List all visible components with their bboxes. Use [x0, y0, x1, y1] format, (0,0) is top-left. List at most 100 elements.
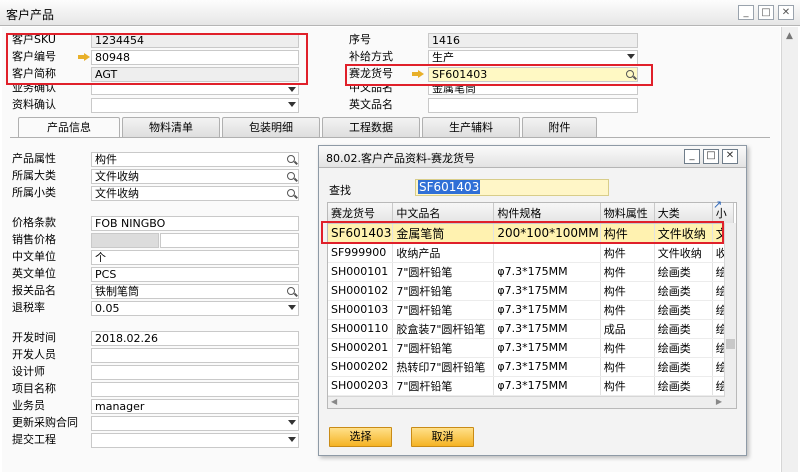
tab-attachment[interactable]: 附件: [522, 117, 597, 137]
tab-divider: [10, 137, 770, 138]
close-icon[interactable]: ✕: [778, 5, 794, 20]
salesperson-label: 业务员: [12, 399, 45, 412]
table-row[interactable]: SH000101 7"圆杆铅笔 φ7.3*175MM 构件 绘画类绘: [328, 262, 734, 282]
data-confirm-select[interactable]: [91, 98, 299, 113]
tab-engineering[interactable]: 工程数据: [322, 117, 420, 137]
cell-cn-name: 热转印7"圆杆铅笔: [392, 357, 495, 377]
submit-engineering-select[interactable]: [91, 433, 299, 448]
highlight-box-selected-row: [321, 221, 724, 244]
tab-production-aux[interactable]: 生产辅料: [422, 117, 520, 137]
business-confirm-label: 业务确认: [12, 84, 56, 94]
cn-unit-field[interactable]: 个: [91, 250, 299, 265]
cell-material: 构件: [600, 357, 655, 377]
window-scrollbar[interactable]: ▲: [781, 27, 798, 472]
scroll-left-icon[interactable]: ◀: [331, 397, 337, 406]
dev-date-field[interactable]: 2018.02.26: [91, 331, 299, 346]
subcategory-label: 所属小类: [12, 186, 56, 199]
developer-field[interactable]: [91, 348, 299, 363]
cell-cn-name: 收纳产品: [392, 243, 495, 263]
search-icon[interactable]: [287, 155, 295, 163]
col-header-material[interactable]: 物料属性: [600, 203, 655, 224]
search-icon[interactable]: [287, 172, 295, 180]
serial-no-field: 1416: [428, 33, 638, 48]
dev-date-label: 开发时间: [12, 331, 56, 344]
grid-hscrollbar[interactable]: ◀ ▶: [328, 396, 725, 408]
cell-cn-name: 7"圆杆铅笔: [392, 281, 495, 301]
lookup-dialog: 80.02.客户产品资料-赛龙货号 _ □ ✕ 查找 SF601403 赛龙货号…: [318, 145, 747, 456]
update-po-select[interactable]: [91, 416, 299, 431]
dialog-minimize-icon[interactable]: _: [684, 149, 700, 164]
tax-rebate-value: 0.05: [95, 302, 120, 315]
table-row[interactable]: SH000201 7"圆杆铅笔 φ7.3*175MM 构件 绘画类绘: [328, 338, 734, 358]
cell-material: 构件: [600, 262, 655, 282]
tab-bom[interactable]: 物料清单: [122, 117, 220, 137]
sales-price-currency: [91, 233, 159, 248]
dialog-title-bar: 80.02.客户产品资料-赛龙货号 _ □ ✕: [319, 146, 746, 168]
cell-material: 成品: [600, 319, 655, 339]
col-header-spec[interactable]: 构件规格: [493, 203, 601, 224]
cell-sku: SH000110: [328, 319, 394, 339]
subcategory-field[interactable]: 文件收纳: [91, 186, 299, 201]
product-attr-value: 构件: [95, 153, 117, 166]
table-row[interactable]: SH000103 7"圆杆铅笔 φ7.3*175MM 构件 绘画类绘: [328, 300, 734, 320]
supply-method-select[interactable]: 生产: [428, 50, 638, 65]
project-name-label: 项目名称: [12, 382, 56, 395]
grid-scroll-thumb[interactable]: [726, 339, 735, 349]
chevron-down-icon: [288, 437, 296, 442]
select-button[interactable]: 选择: [329, 427, 392, 447]
tab-packing[interactable]: 包装明细: [222, 117, 320, 137]
cell-sku: SH000103: [328, 300, 394, 320]
customs-name-field[interactable]: 铁制笔筒: [91, 284, 299, 299]
cell-sku: SH000101: [328, 262, 394, 282]
salesperson-field[interactable]: manager: [91, 399, 299, 414]
tab-bar: 产品信息 物料清单 包装明细 工程数据 生产辅料 附件: [18, 117, 597, 138]
supply-method-value: 生产: [432, 51, 454, 64]
dialog-maximize-icon[interactable]: □: [703, 149, 719, 164]
product-attr-field[interactable]: 构件: [91, 152, 299, 167]
tax-rebate-select[interactable]: 0.05: [91, 301, 299, 316]
cell-category: 绘画类: [654, 376, 713, 396]
chevron-down-icon: [288, 420, 296, 425]
product-attr-label: 产品属性: [12, 152, 56, 165]
table-row[interactable]: SH000102 7"圆杆铅笔 φ7.3*175MM 构件 绘画类绘: [328, 281, 734, 301]
category-field[interactable]: 文件收纳: [91, 169, 299, 184]
col-header-sku[interactable]: 赛龙货号: [328, 203, 394, 224]
minimize-icon[interactable]: _: [738, 5, 754, 20]
cell-spec: φ7.3*175MM: [493, 281, 601, 301]
sales-price-field[interactable]: [160, 233, 299, 248]
scroll-up-icon[interactable]: ▲: [786, 31, 793, 41]
cancel-button[interactable]: 取消: [411, 427, 474, 447]
project-name-field[interactable]: [91, 382, 299, 397]
designer-field[interactable]: [91, 365, 299, 380]
window-title-bar: 客户产品 _ □ ✕: [0, 0, 800, 26]
tax-rebate-label: 退税率: [12, 301, 45, 314]
cell-sku: SH000202: [328, 357, 394, 377]
table-row[interactable]: SH000110 胶盒装7"圆杆铅笔 φ7.3*175MM 成品 绘画类绘: [328, 319, 734, 339]
col-header-category[interactable]: 大类: [654, 203, 713, 224]
table-row[interactable]: SF999900 收纳产品 构件 文件收纳收: [328, 243, 734, 263]
table-row[interactable]: SH000203 7"圆杆铅笔 φ7.3*175MM 构件 绘画类绘: [328, 376, 734, 396]
window-title: 客户产品: [6, 8, 55, 22]
cell-spec: φ7.3*175MM: [493, 376, 601, 396]
find-input[interactable]: SF601403: [415, 179, 609, 196]
business-confirm-select[interactable]: [91, 84, 299, 95]
search-icon[interactable]: [287, 189, 295, 197]
english-name-field[interactable]: [428, 98, 638, 113]
maximize-icon[interactable]: □: [758, 5, 774, 20]
col-header-cn-name[interactable]: 中文品名: [392, 203, 495, 224]
sales-price-label: 销售价格: [12, 233, 56, 246]
search-icon[interactable]: [287, 287, 295, 295]
price-terms-field[interactable]: FOB NINGBO: [91, 216, 299, 231]
grid-scrollbar[interactable]: [724, 223, 736, 408]
tab-product-info[interactable]: 产品信息: [18, 117, 120, 138]
expand-arrow-icon[interactable]: ↗: [711, 198, 724, 211]
cell-material: 构件: [600, 338, 655, 358]
en-unit-field[interactable]: PCS: [91, 267, 299, 282]
designer-label: 设计师: [12, 365, 45, 378]
scroll-right-icon[interactable]: ▶: [716, 397, 722, 406]
dialog-close-icon[interactable]: ✕: [722, 149, 738, 164]
cell-spec: φ7.3*175MM: [493, 338, 601, 358]
table-row[interactable]: SH000202 热转印7"圆杆铅笔 φ7.3*175MM 构件 绘画类绘: [328, 357, 734, 377]
chevron-down-icon: [288, 305, 296, 310]
highlight-box-sku: [345, 64, 653, 86]
